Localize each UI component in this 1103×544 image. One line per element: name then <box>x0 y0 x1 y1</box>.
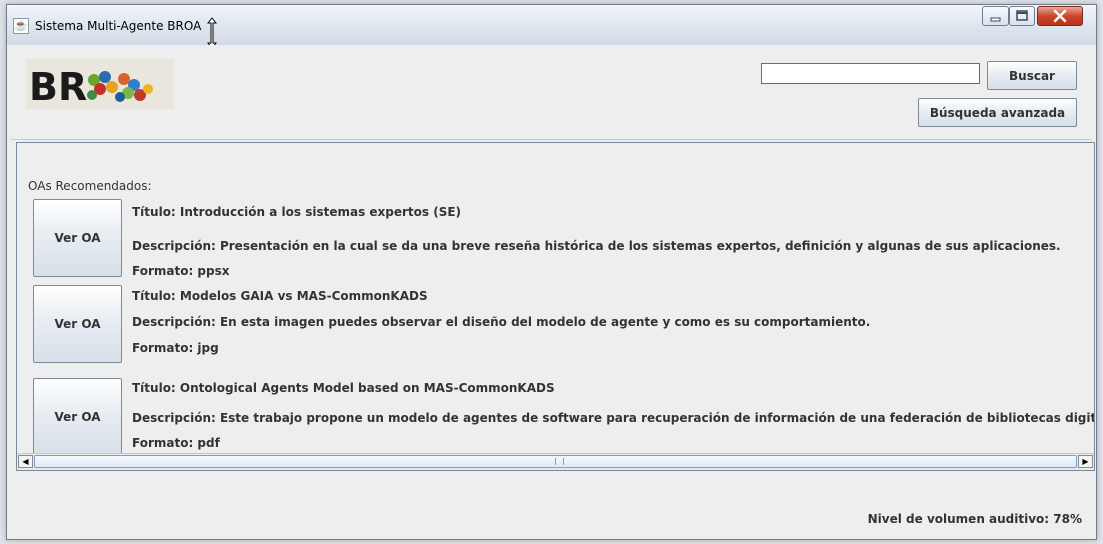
oa-format: Formato: ppsx <box>132 264 230 278</box>
app-window: ☕ Sistema Multi-Agente BROA BR Buscar Bú… <box>6 4 1097 540</box>
minimize-icon <box>990 17 1001 22</box>
scrollbar-thumb[interactable] <box>34 455 1077 468</box>
main-content: BR Buscar Búsqueda avanzada OAs Recomend… <box>11 45 1095 535</box>
svg-text:BR: BR <box>29 65 87 109</box>
view-oa-button[interactable]: Ver OA <box>33 285 122 363</box>
search-input[interactable] <box>761 63 980 84</box>
oa-description: Descripción: En esta imagen puedes obser… <box>132 315 871 329</box>
oa-title: Título: Introducción a los sistemas expe… <box>132 205 462 219</box>
recommended-label: OAs Recomendados: <box>28 179 152 193</box>
oa-format: Formato: jpg <box>132 341 219 355</box>
oa-title: Título: Modelos GAIA vs MAS-CommonKADS <box>132 289 428 303</box>
scroll-left-icon[interactable]: ◀ <box>18 455 33 468</box>
horizontal-scrollbar[interactable]: ◀ ▶ <box>17 453 1094 470</box>
header-separator <box>11 139 1092 140</box>
oa-description: Descripción: Presentación en la cual se … <box>132 239 1061 253</box>
maximize-button[interactable] <box>1009 6 1035 26</box>
scroll-right-icon[interactable]: ▶ <box>1078 455 1093 468</box>
oa-title: Título: Ontological Agents Model based o… <box>132 381 555 395</box>
view-oa-button[interactable]: Ver OA <box>33 378 122 456</box>
maximize-icon <box>1016 10 1028 21</box>
window-title: Sistema Multi-Agente BROA <box>35 19 202 33</box>
java-cup-icon: ☕ <box>13 18 29 34</box>
recommended-panel[interactable]: OAs Recomendados: Ver OA Título: Introdu… <box>16 142 1095 471</box>
close-button[interactable] <box>1037 6 1083 26</box>
oa-description: Descripción: Este trabajo propone un mod… <box>132 411 1095 425</box>
broa-logo: BR <box>26 59 174 109</box>
grip-icon <box>555 458 564 465</box>
view-oa-button[interactable]: Ver OA <box>33 199 122 277</box>
volume-status: Nivel de volumen auditivo: 78% <box>867 512 1082 526</box>
oa-format: Formato: pdf <box>132 436 220 450</box>
title-bar[interactable]: ☕ Sistema Multi-Agente BROA <box>7 5 1096 49</box>
close-icon <box>1053 9 1067 23</box>
advanced-search-button[interactable]: Búsqueda avanzada <box>918 98 1077 127</box>
minimize-button[interactable] <box>982 6 1009 26</box>
search-button[interactable]: Buscar <box>987 61 1077 90</box>
